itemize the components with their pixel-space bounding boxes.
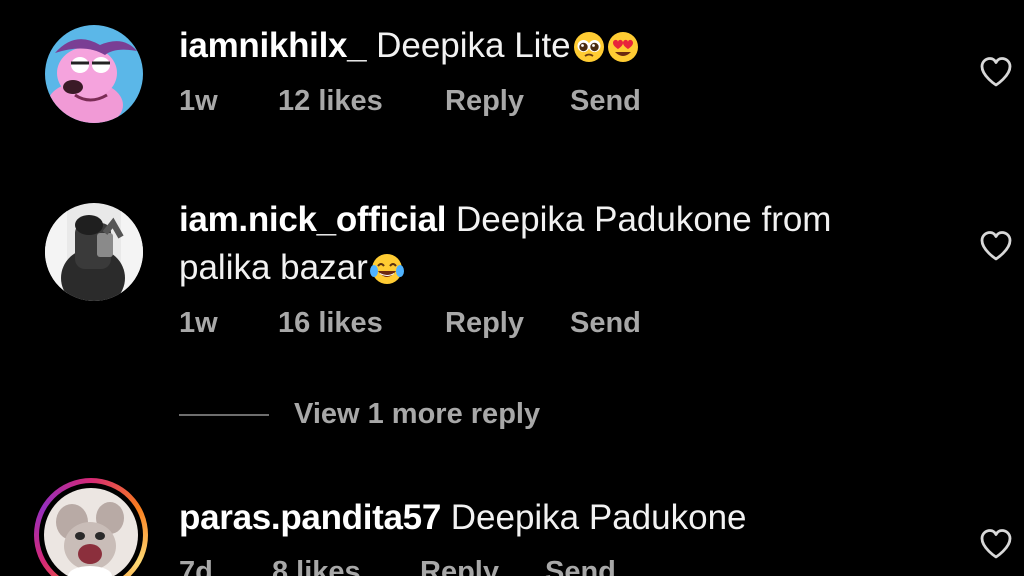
- avatar[interactable]: [45, 203, 143, 301]
- comments-screen: iamnikhilx_ Deepika Lite 1w 12 likes Rep…: [0, 0, 1024, 576]
- story-ring[interactable]: [34, 478, 148, 576]
- heart-icon[interactable]: [979, 56, 1013, 88]
- send-button[interactable]: Send: [570, 85, 641, 118]
- comment-text-continued: palika bazar: [179, 248, 368, 287]
- comment-text: Deepika Padukone: [450, 498, 747, 537]
- likes-count[interactable]: 12 likes: [278, 85, 383, 118]
- comment-username[interactable]: iamnikhilx_: [179, 26, 367, 65]
- grayscale-photo-avatar: [45, 203, 143, 301]
- likes-count[interactable]: 8 likes: [272, 556, 361, 576]
- comment-age: 1w: [179, 307, 218, 339]
- likes-count[interactable]: 16 likes: [278, 307, 383, 340]
- comment-body: paras.pandita57 Deepika Padukone: [179, 494, 919, 542]
- comment-username[interactable]: paras.pandita57: [179, 498, 441, 537]
- comment-body: iamnikhilx_ Deepika Lite: [179, 22, 919, 76]
- divider-line: [179, 414, 269, 416]
- send-button[interactable]: Send: [570, 307, 641, 340]
- heart-icon[interactable]: [979, 230, 1013, 262]
- reply-button[interactable]: Reply: [420, 556, 499, 576]
- comment-text: Deepika Padukone from: [455, 200, 832, 239]
- comment-username[interactable]: iam.nick_official: [179, 200, 447, 239]
- reply-button[interactable]: Reply: [445, 85, 524, 118]
- send-button[interactable]: Send: [545, 556, 616, 576]
- comment-age: 7d: [179, 556, 213, 576]
- comment-body: iam.nick_official Deepika Padukone from …: [179, 196, 919, 298]
- view-more-label[interactable]: View 1 more reply: [294, 398, 540, 431]
- heart-eyes-emoji: [607, 28, 639, 76]
- comment-text: Deepika Lite: [376, 26, 571, 65]
- comment-age: 1w: [179, 85, 218, 117]
- courage-dog-avatar: [45, 25, 143, 123]
- avatar: [44, 488, 138, 576]
- cartoon-mouse-avatar: [44, 488, 138, 576]
- avatar[interactable]: [45, 25, 143, 123]
- heart-icon[interactable]: [979, 528, 1013, 560]
- tears-of-joy-emoji: [369, 250, 404, 298]
- reply-button[interactable]: Reply: [445, 307, 524, 340]
- pleading-face-emoji: [573, 28, 605, 76]
